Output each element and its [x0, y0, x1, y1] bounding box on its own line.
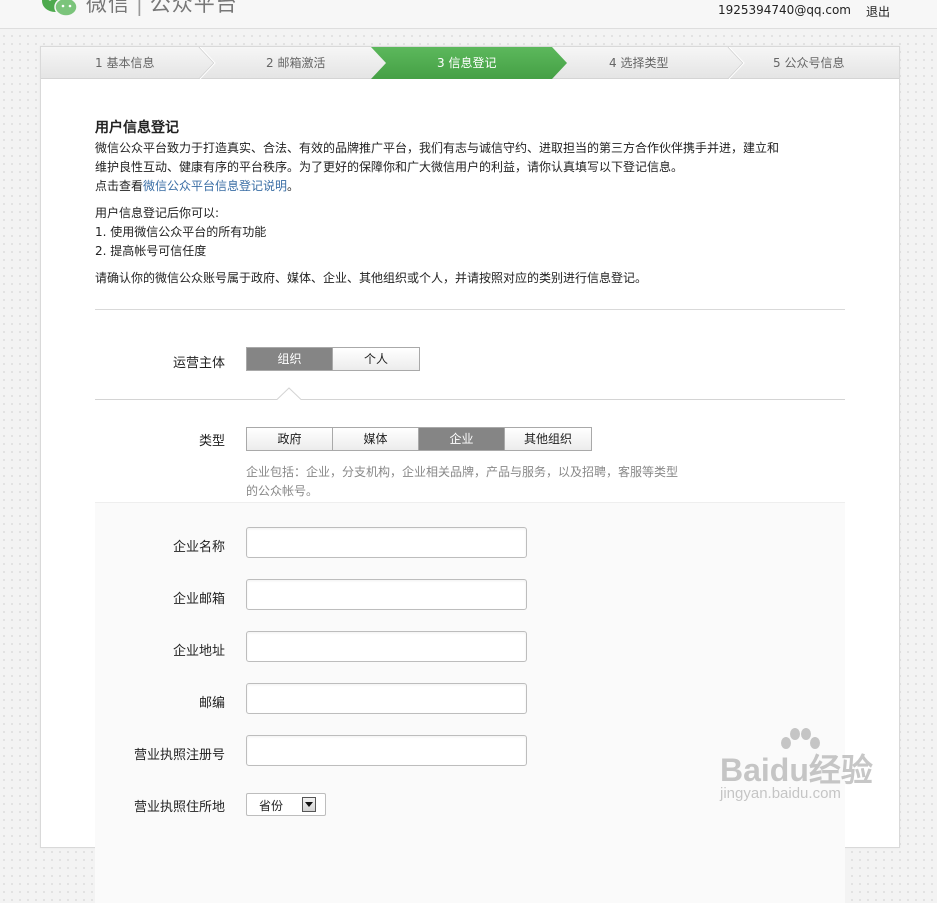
type-hint: 企业包括：企业，分支机构，企业相关品牌，产品与服务，以及招聘，客服等类型 的公众…: [246, 463, 726, 501]
license-number-label: 营业执照注册号: [133, 748, 225, 763]
intro-paragraph-line1: 微信公众平台致力于打造真实、合法、有效的品牌推广平台，我们有志与诚信守约、进取担…: [95, 141, 780, 155]
type-label: 类型: [198, 434, 225, 449]
operator-option-organization[interactable]: 组织: [247, 348, 333, 370]
step-2: 2 邮箱激活: [266, 56, 326, 70]
benefit-item-2: 2. 提高帐号可信任度: [95, 244, 207, 258]
province-select-value: 省份: [259, 799, 284, 813]
step-5: 5 公众号信息: [773, 56, 845, 70]
brand-sub-text: 公众平台: [149, 0, 238, 16]
intro-section: 用户信息登记 微信公众平台致力于打造真实、合法、有效的品牌推广平台，我们有志与诚…: [95, 119, 855, 288]
type-option-enterprise[interactable]: 企业: [419, 428, 505, 450]
link-suffix: 。: [287, 179, 300, 193]
intro-link-line: 点击查看微信公众平台信息登记说明。: [95, 177, 855, 196]
benefit-item-1: 1. 使用微信公众平台的所有功能: [95, 225, 267, 239]
company-email-label: 企业邮箱: [172, 592, 225, 607]
step-progress-bar: 1 基本信息 2 邮箱激活 3 信息登记 4 选择类型 5 公众号信息: [41, 47, 899, 79]
brand-main-text: 微信: [86, 0, 130, 16]
operator-toggle: 组织 个人: [246, 347, 420, 371]
company-address-label: 企业地址: [172, 644, 225, 659]
logout-link[interactable]: 退出: [866, 3, 890, 20]
divider-with-pointer: [95, 387, 845, 400]
type-toggle: 政府 媒体 企业 其他组织: [246, 427, 592, 451]
operator-option-individual[interactable]: 个人: [333, 348, 419, 370]
registration-card: 1 基本信息 2 邮箱激活 3 信息登记 4 选择类型 5 公众号信息 用户信息…: [40, 46, 900, 903]
type-option-media[interactable]: 媒体: [333, 428, 419, 450]
company-address-input[interactable]: [246, 631, 527, 662]
intro-paragraph-line2: 维护良性互动、健康有序的平台秩序。为了更好的保障你和广大微信用户的利益，请你认真…: [95, 160, 684, 174]
company-name-label: 企业名称: [172, 540, 225, 555]
divider-top: [95, 309, 845, 310]
postcode-input[interactable]: [246, 683, 527, 714]
confirm-notice: 请确认你的微信公众账号属于政府、媒体、企业、其他组织或个人，并请按照对应的类别进…: [95, 271, 648, 285]
step-1: 1 基本信息: [95, 56, 155, 70]
operator-label: 运营主体: [172, 356, 225, 371]
link-prefix: 点击查看: [95, 179, 144, 193]
step-4: 4 选择类型: [609, 56, 669, 70]
chevron-down-icon: [302, 797, 316, 812]
license-location-label: 营业执照住所地: [133, 800, 225, 815]
brand-separator: |: [136, 0, 144, 16]
page-title: 用户信息登记: [95, 120, 179, 136]
brand-name: 微信 | 公众平台: [86, 0, 238, 18]
type-hint-line1: 企业包括：企业，分支机构，企业相关品牌，产品与服务，以及招聘，客服等类型: [246, 465, 679, 479]
registration-guide-link[interactable]: 微信公众平台信息登记说明: [143, 179, 287, 193]
type-option-other[interactable]: 其他组织: [505, 428, 591, 450]
account-email: 1925394740@qq.com: [717, 3, 851, 17]
company-email-input[interactable]: [246, 579, 527, 610]
wechat-logo[interactable]: 微信 | 公众平台: [40, 0, 238, 18]
company-name-input[interactable]: [246, 527, 527, 558]
step-3-active: 3 信息登记: [437, 56, 497, 70]
type-hint-line2: 的公众帐号。: [246, 484, 319, 498]
top-header: 微信 | 公众平台 1925394740@qq.com 退出: [0, 0, 937, 29]
wechat-logo-icon: [42, 0, 78, 17]
license-number-input[interactable]: [246, 735, 527, 766]
benefits-heading: 用户信息登记后你可以:: [95, 206, 220, 220]
postcode-label: 邮编: [198, 696, 225, 711]
province-select[interactable]: 省份: [246, 793, 326, 816]
type-option-government[interactable]: 政府: [247, 428, 333, 450]
